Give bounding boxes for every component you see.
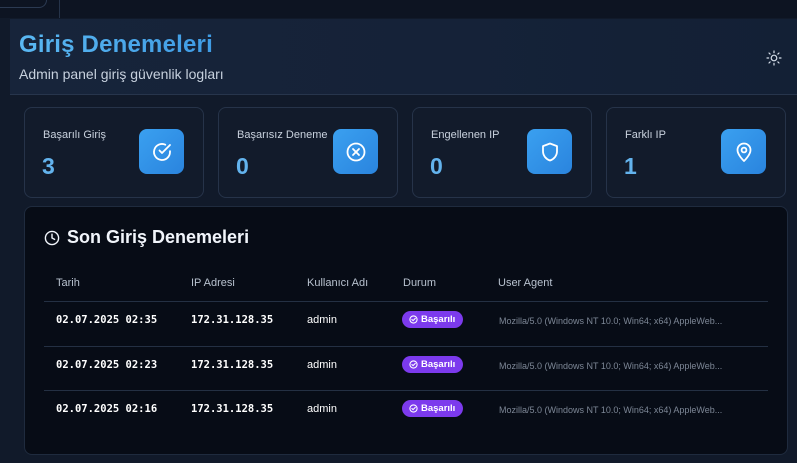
cell-user-agent: Mozilla/5.0 (Windows NT 10.0; Win64; x64… [499,361,723,371]
page-title: Giriş Denemeleri [19,31,213,58]
stat-icon-box [527,129,572,174]
stat-value: 0 [236,153,249,179]
shield-icon [541,142,558,161]
stat-label: Farklı IP [625,129,666,141]
status-badge: Başarılı [402,311,464,328]
stat-card-blocked-ip: Engellenen IP 0 [412,107,592,198]
cell-date: 02.07.2025 02:16 [56,403,158,415]
cell-ip: 172.31.128.35 [191,403,274,415]
top-divider [59,0,60,18]
clock-icon [44,230,60,245]
stat-label: Engellenen IP [431,129,500,141]
table-row: 02.07.2025 02:16 172.31.128.35 admin Baş… [25,391,787,435]
stat-value: 1 [624,153,637,179]
stat-card-successful-logins: Başarılı Giriş 3 [24,107,204,198]
x-circle-icon [346,142,365,161]
column-header-status: Durum [403,277,437,289]
status-badge: Başarılı [402,356,464,373]
page-header: Giriş Denemeleri Admin panel giriş güven… [10,19,797,95]
stat-card-distinct-ip: Farklı IP 1 [606,107,786,198]
cell-ip: 172.31.128.35 [191,314,274,326]
stat-card-failed-attempts: Başarısız Deneme 0 [218,107,398,198]
cell-user-agent: Mozilla/5.0 (Windows NT 10.0; Win64; x64… [499,405,723,415]
theme-toggle-button[interactable] [764,48,784,68]
stat-value: 0 [430,153,443,179]
status-text: Başarılı [421,403,456,414]
stat-label: Başarılı Giriş [43,129,106,141]
stat-icon-box [333,129,378,174]
cell-date: 02.07.2025 02:35 [56,314,158,326]
cell-ip: 172.31.128.35 [191,359,274,371]
table-header: Tarih IP Adresi Kullanıcı Adı Durum User… [25,277,787,301]
cell-date: 02.07.2025 02:23 [56,359,158,371]
stat-icon-box [721,129,766,174]
check-circle-icon [409,315,418,324]
top-strip [0,0,797,18]
status-badge: Başarılı [402,400,464,417]
table-row: 02.07.2025 02:35 172.31.128.35 admin Baş… [25,302,787,346]
panel-title: Son Giriş Denemeleri [44,227,249,248]
sun-icon [766,50,782,66]
stat-label: Başarısız Deneme [237,129,328,141]
check-circle-icon [409,360,418,369]
cell-username: admin [307,359,337,371]
cell-username: admin [307,403,337,415]
panel-title-text: Son Giriş Denemeleri [67,227,250,247]
page-subtitle: Admin panel giriş güvenlik logları [19,66,224,82]
stat-icon-box [139,129,184,174]
check-circle-icon [409,404,418,413]
column-header-ip: IP Adresi [191,277,235,289]
column-header-date: Tarih [56,277,80,289]
login-attempts-panel: Son Giriş Denemeleri Tarih IP Adresi Kul… [24,206,788,455]
column-header-username: Kullanıcı Adı [307,277,369,289]
check-circle-icon [152,142,171,161]
column-header-user-agent: User Agent [498,277,553,289]
cell-username: admin [307,314,337,326]
status-text: Başarılı [421,359,456,370]
stat-value: 3 [42,153,55,179]
cell-user-agent: Mozilla/5.0 (Windows NT 10.0; Win64; x64… [499,316,723,326]
tab-corner [0,0,47,8]
table-row: 02.07.2025 02:23 172.31.128.35 admin Baş… [25,347,787,391]
status-text: Başarılı [421,314,456,325]
map-pin-icon [736,142,751,162]
